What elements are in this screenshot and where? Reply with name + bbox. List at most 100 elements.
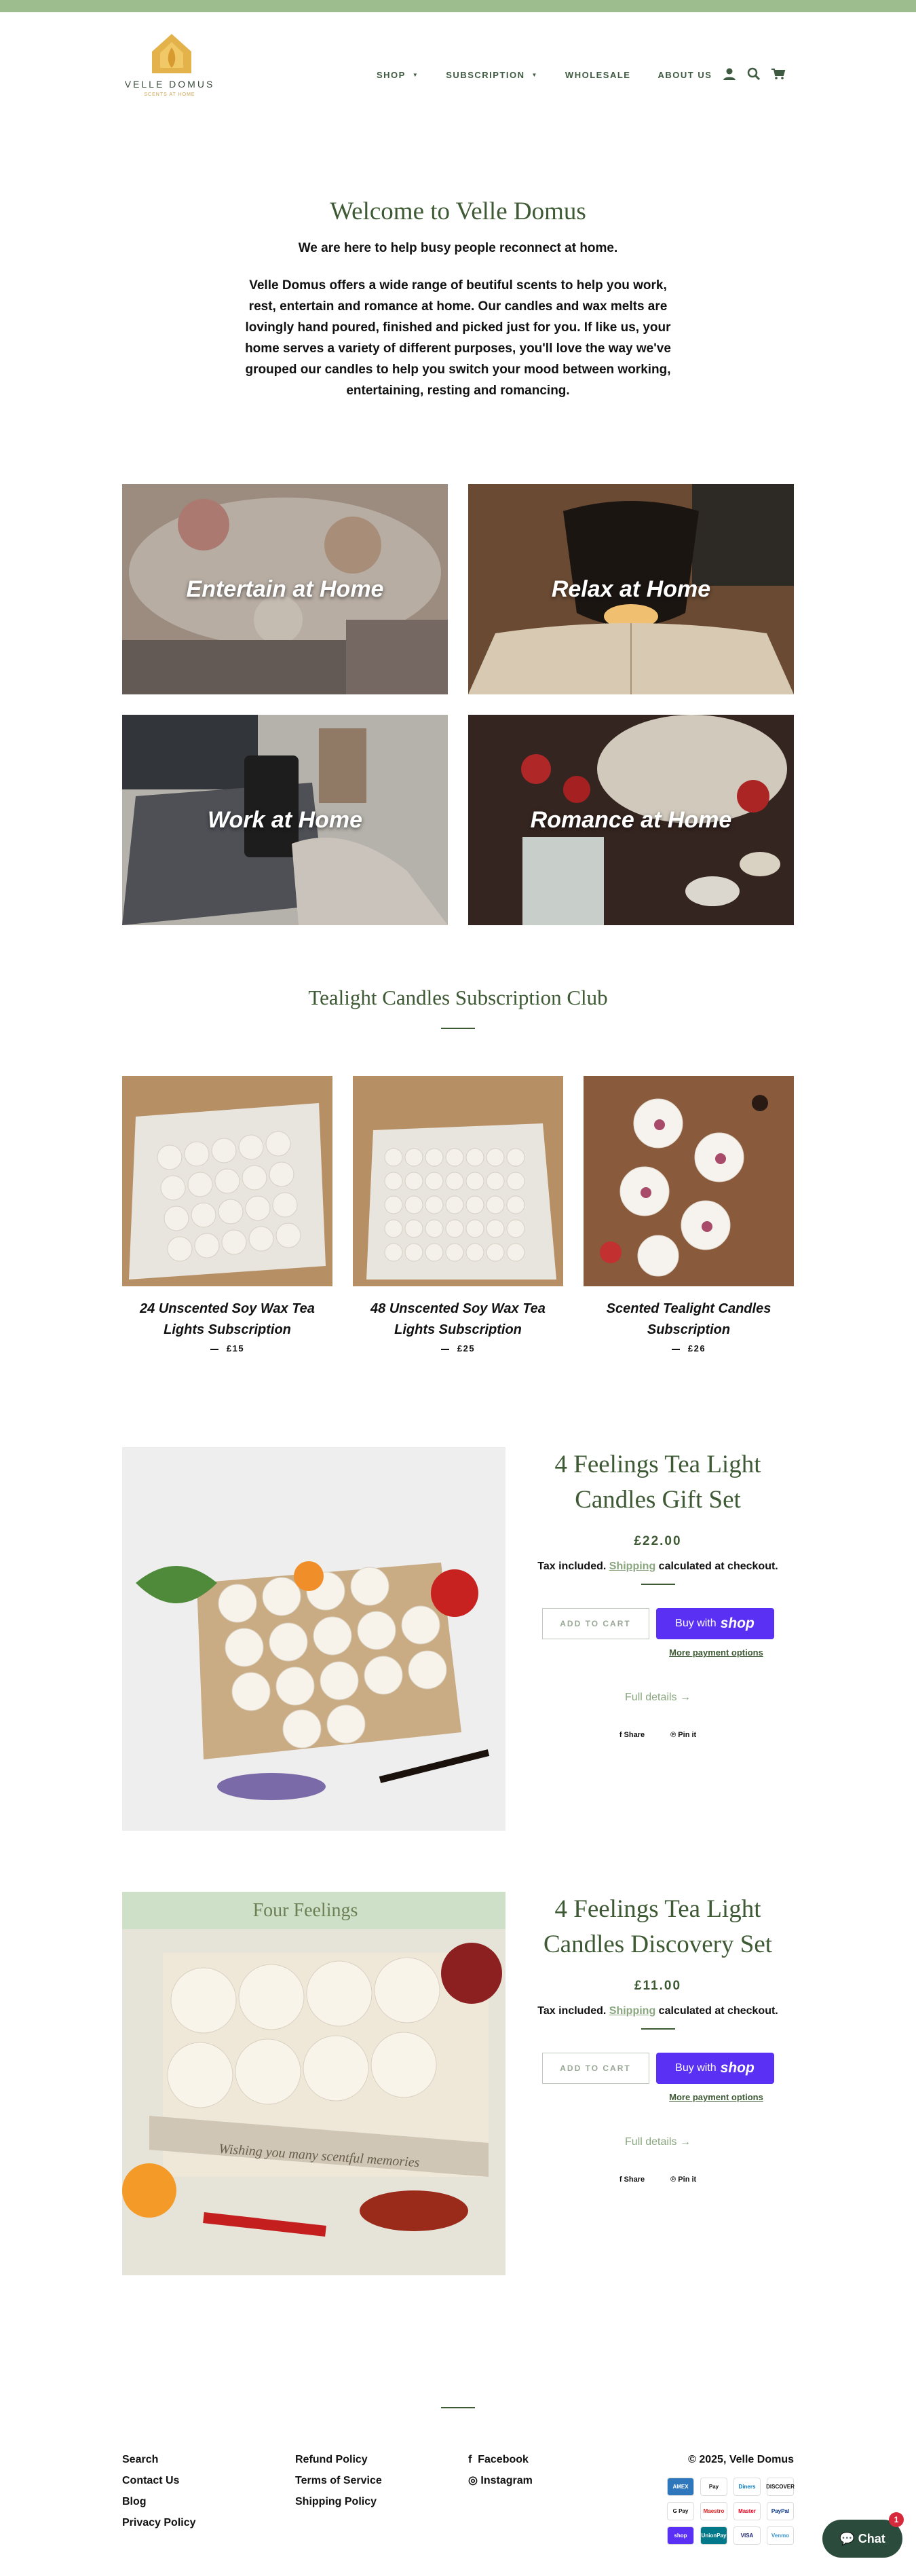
instagram-icon: ◎ [468,2475,481,2486]
visa-icon: VISA [733,2526,761,2545]
footer-link-privacy[interactable]: Privacy Policy [122,2512,196,2533]
tax-text: Tax included. [537,1561,607,1572]
product-image [584,1076,794,1286]
shipping-link[interactable]: Shipping [609,2005,655,2017]
more-payment-options-link[interactable]: More payment options [537,2092,778,2102]
footer-divider [441,2407,475,2408]
tax-note: Tax included. Shipping calculated at che… [537,1557,778,1575]
pinterest-icon: ℗ [670,1731,679,1739]
announcement-bar [0,0,916,12]
pinterest-share-button[interactable]: ℗ Pin it [670,2176,696,2184]
nav-wholesale-label: WHOLESALE [565,69,631,80]
buy-with-shop-button[interactable]: Buy with shop [655,1608,774,1639]
amex-icon: AMEX [667,2478,694,2496]
collection-relax[interactable]: Relax at Home [468,484,794,694]
shipping-link[interactable]: Shipping [609,1561,655,1572]
chat-notification-badge: 1 [889,2512,904,2527]
product-price: £26 [584,1343,794,1354]
featured-product: 4 Feelings Tea Light Candles Gift Set £2… [122,1447,794,1831]
main-nav: SHOP ▼ SUBSCRIPTION ▼ WHOLESALE ABOUT US [377,68,739,81]
product-price: £25 [353,1343,563,1354]
nav-shop[interactable]: SHOP ▼ [377,70,419,80]
chevron-down-icon: ▼ [531,71,538,78]
diners-icon: Diners [733,2478,761,2496]
facebook-share-button[interactable]: f Share [619,2176,645,2184]
nav-shop-label: SHOP [377,69,406,80]
footer-links-2: Refund Policy Terms of Service Shipping … [295,2449,382,2512]
full-details-link[interactable]: Full details → [537,1692,778,1704]
chat-button[interactable]: 💬 Chat [822,2520,902,2558]
facebook-share-button[interactable]: f Share [619,1731,645,1739]
footer-instagram-link[interactable]: ◎ Instagram [468,2470,533,2491]
collection-work-label: Work at Home [208,806,362,833]
welcome-lead: We are here to help busy people reconnec… [298,241,618,255]
add-to-cart-button[interactable]: ADD TO CART [541,2053,649,2084]
unionpay-icon: UnionPay [700,2526,727,2545]
footer-link-search[interactable]: Search [122,2449,196,2470]
welcome-body: Velle Domus offers a wide range of beuti… [245,278,671,398]
maestro-icon: Maestro [700,2502,727,2520]
purchase-buttons: ADD TO CART Buy with shop [537,1608,778,1639]
tax-text-end: calculated at checkout. [658,2005,778,2017]
collection-entertain-label: Entertain at Home [186,576,384,602]
buy-with-shop-button[interactable]: Buy with shop [655,2053,774,2084]
buy-with-label: Buy with [675,2062,717,2074]
chevron-down-icon: ▼ [412,71,419,78]
featured-product-image[interactable]: Four Feelings Wishing you many scentful … [122,1892,505,2275]
chat-bubble-icon: 💬 [839,2531,858,2545]
full-details-link[interactable]: Full details → [537,2136,778,2148]
product-name: Scented Tealight Candles Subscription [606,1301,771,1337]
welcome-title: Welcome to Velle Domus [330,198,586,225]
featured-product: Four Feelings Wishing you many scentful … [122,1892,794,2275]
collection-work[interactable]: Work at Home [122,715,448,925]
product-card[interactable]: 24 Unscented Soy Wax Tea Lights Subscrip… [122,1076,332,1354]
featured-product-image[interactable] [122,1447,505,1831]
welcome-section: Welcome to Velle Domus We are here to he… [244,197,672,401]
collection-romance-label: Romance at Home [530,806,732,833]
house-logo-icon [152,34,191,73]
featured-product-price: £11.00 [634,1979,682,1993]
account-icon[interactable] [722,67,737,81]
tax-text-end: calculated at checkout. [658,1561,778,1572]
footer-facebook-link[interactable]: f Facebook [468,2449,533,2470]
nav-about[interactable]: ABOUT US [657,70,712,80]
pinterest-share-button[interactable]: ℗ Pin it [670,1731,696,1739]
product-image [353,1076,563,1286]
facebook-icon: f [619,2176,624,2184]
footer-link-contact[interactable]: Contact Us [122,2470,196,2491]
paypal-icon: PayPal [767,2502,794,2520]
brand-logo[interactable]: VELLE DOMUS SCENTS AT HOME [122,33,217,107]
nav-subscription[interactable]: SUBSCRIPTION ▼ [446,70,538,80]
nav-wholesale[interactable]: WHOLESALE [565,70,631,80]
google-pay-icon: G Pay [667,2502,694,2520]
venmo-icon: Venmo [767,2526,794,2545]
collection-entertain[interactable]: Entertain at Home [122,484,448,694]
featured-product-price: £22.00 [634,1534,682,1548]
footer-link-shipping[interactable]: Shipping Policy [295,2491,382,2512]
product-price: £15 [122,1343,332,1354]
mastercard-icon: Master [733,2502,761,2520]
cart-icon[interactable] [771,67,786,81]
product-card[interactable]: Scented Tealight Candles Subscription £2… [584,1076,794,1354]
featured-product-title[interactable]: 4 Feelings Tea Light Candles Discovery S… [537,1892,778,1962]
collection-romance[interactable]: Romance at Home [468,715,794,925]
shop-pay-logo: shop [720,2060,755,2076]
footer-link-blog[interactable]: Blog [122,2491,196,2512]
product-card[interactable]: 48 Unscented Soy Wax Tea Lights Subscrip… [353,1076,563,1354]
add-to-cart-button[interactable]: ADD TO CART [541,1608,649,1639]
instagram-label: Instagram [480,2475,533,2486]
footer-link-refund[interactable]: Refund Policy [295,2449,382,2470]
tax-text: Tax included. [537,2005,607,2017]
search-icon[interactable] [746,67,761,81]
featured-product-title[interactable]: 4 Feelings Tea Light Candles Gift Set [537,1447,778,1518]
footer-link-terms[interactable]: Terms of Service [295,2470,382,2491]
nav-about-label: ABOUT US [657,69,712,80]
share-label: Share [624,1731,645,1739]
footer-links-1: Search Contact Us Blog Privacy Policy [122,2449,196,2533]
more-payment-options-link[interactable]: More payment options [537,1647,778,1658]
section-divider [441,1028,475,1029]
product-name: 48 Unscented Soy Wax Tea Lights Subscrip… [370,1301,546,1337]
divider [641,1584,675,1585]
chat-label: Chat [858,2531,885,2545]
share-label: Share [624,2176,645,2184]
